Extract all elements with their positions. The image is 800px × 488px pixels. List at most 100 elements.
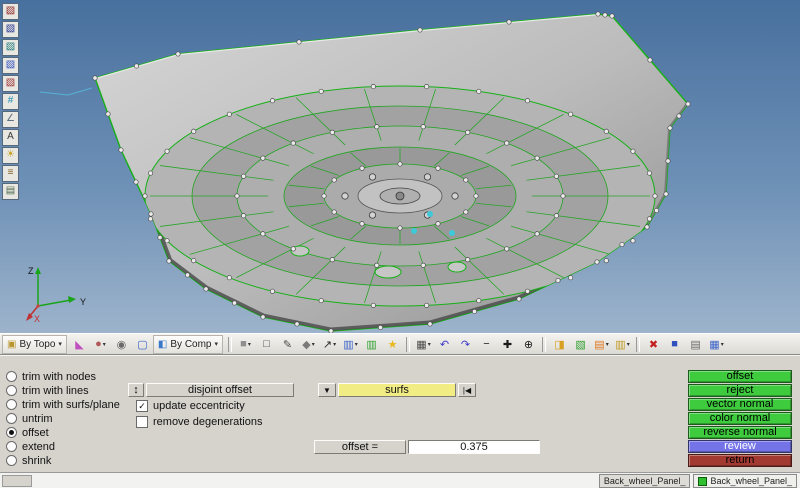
layers-stack-icon[interactable]: ≡ xyxy=(2,165,19,182)
radio-circle[interactable] xyxy=(6,385,17,396)
offset-value-label-button[interactable]: offset = xyxy=(314,440,406,454)
radio-circle[interactable] xyxy=(6,371,17,382)
status-bar: Back_wheel_Panel_ Back_wheel_Panel_ xyxy=(0,472,800,488)
radio-label: trim with surfs/plane xyxy=(22,398,120,411)
doc-red-icon[interactable]: ▧ xyxy=(2,3,19,20)
model-viewport[interactable]: ▧ ▧ ▧ ▧ ▧ # ∠ A ☀ ≡ ▤ Z Y X xyxy=(0,0,800,333)
favorites-star-icon[interactable]: ★ xyxy=(382,335,403,354)
radio-offset[interactable]: offset xyxy=(6,426,49,439)
radio-circle[interactable] xyxy=(6,441,17,452)
vector-normal-button[interactable]: vector normal xyxy=(688,398,792,411)
review-button[interactable]: review xyxy=(688,440,792,453)
reverse-normal-button[interactable]: reverse normal xyxy=(688,426,792,439)
surfs-selector[interactable]: surfs xyxy=(338,383,456,397)
vector-tool-icon[interactable]: ↗ ▾ xyxy=(319,335,340,354)
offset-button[interactable]: offset xyxy=(688,370,792,383)
remove-degenerations-checkbox[interactable] xyxy=(136,415,148,428)
mask-orange-icon[interactable]: ▤ ▾ xyxy=(591,335,612,354)
doc-navy-icon[interactable]: ▧ xyxy=(2,21,19,38)
mode-spinner-button[interactable]: ↕ xyxy=(128,383,144,397)
redo-arrow-icon[interactable]: ↷ xyxy=(455,335,476,354)
radio-circle[interactable] xyxy=(6,399,17,410)
lightbulb-icon[interactable]: ☀ xyxy=(2,147,19,164)
doc-maroon-icon[interactable]: ▧ xyxy=(2,75,19,92)
radio-trim-with-surfs-plane[interactable]: trim with surfs/plane xyxy=(6,398,120,411)
mask-green-icon[interactable]: ▧ xyxy=(570,335,591,354)
solid-cube-icon[interactable]: ■ ▾ xyxy=(235,335,256,354)
reject-button[interactable]: reject xyxy=(688,384,792,397)
shaded-sphere-icon[interactable]: ● ▾ xyxy=(90,335,111,354)
snap-grid-icon[interactable]: ▦ ▾ xyxy=(706,335,727,354)
statusbar-grip[interactable] xyxy=(2,475,32,487)
tab-back-wheel-panel-2[interactable]: Back_wheel_Panel_ xyxy=(693,474,797,488)
radio-trim-with-nodes[interactable]: trim with nodes xyxy=(6,370,96,383)
radio-label: offset xyxy=(22,426,49,439)
draw-line-icon[interactable]: ✎ xyxy=(277,335,298,354)
measure-angle-icon[interactable]: ∠ xyxy=(2,111,19,128)
entity-dropdown-button[interactable]: ▼ xyxy=(318,383,336,397)
radio-circle[interactable] xyxy=(6,427,17,438)
model-canvas xyxy=(39,11,691,333)
radio-label: extend xyxy=(22,440,56,453)
axis-z-label: Z xyxy=(28,266,34,276)
screen-blue-icon[interactable]: ▥ ▾ xyxy=(340,335,361,354)
by-topo-dropdown[interactable]: ▣ By Topo ▾ xyxy=(2,334,67,354)
radio-circle[interactable] xyxy=(6,413,17,424)
update-eccentricity-row[interactable]: ✓ update eccentricity xyxy=(136,399,245,412)
display-toolbar: ▣ By Topo ▾ ◣ ● ▾ ◉ ▢ ◧ By Comp ▾ ■ ▾ □ ✎ ◆ ▾ ↗ ▾ ▥ ▾ ▥ ★ ▦ ▾ ↶ ↷ −… xyxy=(0,333,800,355)
tab-back-wheel-panel-1[interactable]: Back_wheel_Panel_ xyxy=(598,474,691,488)
fit-target-icon[interactable]: ⊕ xyxy=(518,335,539,354)
tab2-icon xyxy=(698,476,708,486)
mask-yellow-icon[interactable]: ◨ xyxy=(549,335,570,354)
screen-green-icon[interactable]: ▥ xyxy=(361,335,382,354)
selector-reset-button[interactable]: |◀ xyxy=(458,383,476,397)
remove-degenerations-row[interactable]: remove degenerations xyxy=(136,415,262,428)
diamond-tool-icon[interactable]: ◆ ▾ xyxy=(298,335,319,354)
radio-extend[interactable]: extend xyxy=(6,440,55,453)
radio-label: trim with lines xyxy=(22,384,89,397)
by-comp-dropdown[interactable]: ◧ By Comp ▾ xyxy=(152,334,224,354)
radio-label: shrink xyxy=(22,454,52,467)
surface-edit-panel: trim with nodes trim with lines trim with … xyxy=(0,355,800,472)
wireframe-sphere-icon[interactable]: ◉ xyxy=(111,335,132,354)
checkbox-label: update eccentricity xyxy=(153,399,245,412)
toolbar-separator xyxy=(542,336,547,352)
axis-y-label: Y xyxy=(80,297,86,307)
radio-trim-with-lines[interactable]: trim with lines xyxy=(6,384,89,397)
entity-blue-icon[interactable]: ■ xyxy=(664,335,685,354)
doc-teal-icon[interactable]: ▧ xyxy=(2,39,19,56)
radio-circle[interactable] xyxy=(6,455,17,466)
left-icon-toolbar: ▧ ▧ ▧ ▧ ▧ # ∠ A ☀ ≡ ▤ xyxy=(2,3,19,200)
view-cone-icon[interactable]: ◣ xyxy=(69,335,90,354)
wire-cube-icon[interactable]: □ xyxy=(256,335,277,354)
toolbar-separator xyxy=(228,336,233,352)
radio-untrim[interactable]: untrim xyxy=(6,412,53,425)
mesh-grid-icon[interactable]: ▦ ▾ xyxy=(413,335,434,354)
toolbar-separator xyxy=(636,336,641,352)
color-normal-button[interactable]: color normal xyxy=(688,412,792,425)
checkbox-label: remove degenerations xyxy=(153,415,263,428)
zoom-out-icon[interactable]: − xyxy=(476,335,497,354)
model-tabs: Back_wheel_Panel_ Back_wheel_Panel_ xyxy=(598,474,797,488)
offset-mode-button[interactable]: disjoint offset xyxy=(146,383,294,397)
display-monitor-icon[interactable]: ▢ xyxy=(132,335,153,354)
axis-triad: Z Y X xyxy=(26,266,86,324)
radio-label: untrim xyxy=(22,412,53,425)
tab-label: Back_wheel_Panel_ xyxy=(603,476,686,486)
hypermesh-window: ▧ ▧ ▧ ▧ ▧ # ∠ A ☀ ≡ ▤ Z Y X ▣ By Topo ▾ … xyxy=(0,0,800,488)
abc-text-icon[interactable]: A xyxy=(2,129,19,146)
return-button[interactable]: return xyxy=(688,454,792,467)
clipboard-icon[interactable]: ▤ xyxy=(2,183,19,200)
numbers-123-icon[interactable]: # xyxy=(2,93,19,110)
radio-shrink[interactable]: shrink xyxy=(6,454,51,467)
zoom-in-icon[interactable]: ✚ xyxy=(497,335,518,354)
mask-gold-icon[interactable]: ▥ ▾ xyxy=(612,335,633,354)
doc-blue-icon[interactable]: ▧ xyxy=(2,57,19,74)
undo-arrow-icon[interactable]: ↶ xyxy=(434,335,455,354)
offset-value-field[interactable]: 0.375 xyxy=(408,440,540,454)
delete-cross-icon[interactable]: ✖ xyxy=(643,335,664,354)
update-eccentricity-checkbox[interactable]: ✓ xyxy=(136,399,148,412)
axis-x-label: X xyxy=(34,314,40,324)
note-card-icon[interactable]: ▤ xyxy=(685,335,706,354)
tab-label: Back_wheel_Panel_ xyxy=(710,476,792,486)
